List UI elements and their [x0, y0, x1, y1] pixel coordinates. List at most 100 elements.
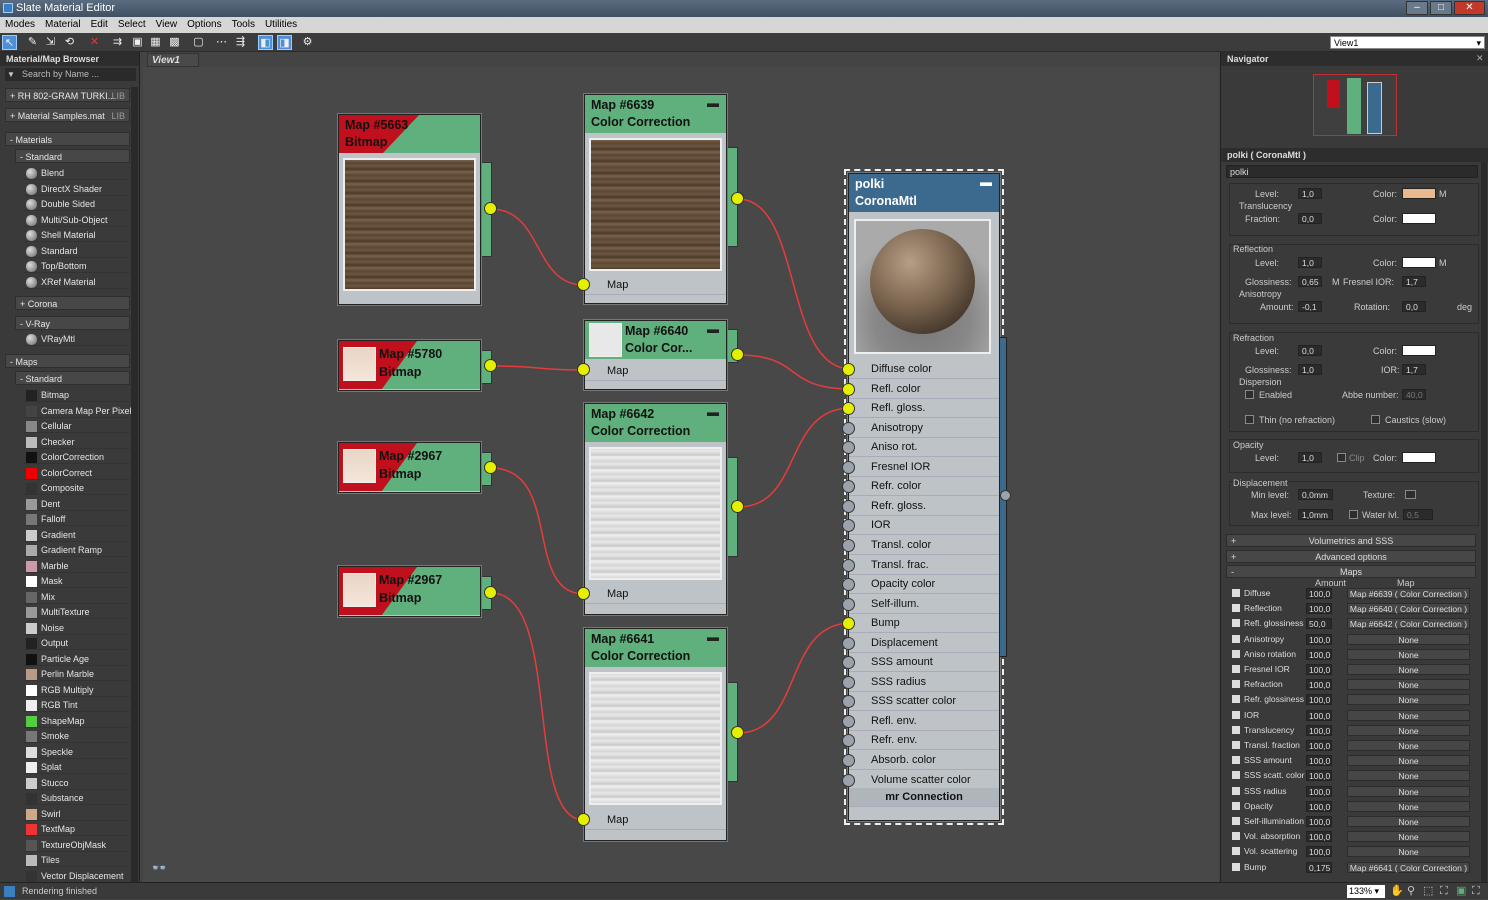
node-header[interactable]: polki CoronaMtl ▬ — [849, 174, 999, 212]
map-amount-spinner[interactable]: 100,0 — [1306, 724, 1332, 736]
input-socket[interactable] — [842, 363, 855, 376]
close-icon[interactable]: ✕ — [1476, 53, 1484, 64]
browser-item-map[interactable]: Camera Map Per Pixel — [24, 403, 132, 418]
minimize-button[interactable]: – — [1406, 1, 1428, 15]
slot-refr-env-[interactable]: Refr. env. — [849, 731, 999, 751]
maximize-button[interactable]: □ — [1430, 1, 1452, 15]
rollout-maps[interactable]: Maps - — [1226, 565, 1476, 578]
map-amount-spinner[interactable]: 100,0 — [1306, 785, 1332, 797]
filter-icon[interactable]: ▼ — [7, 70, 15, 79]
ior-spinner[interactable]: 1,7 — [1402, 364, 1426, 375]
node-header[interactable]: Map #6639 Color Correction ▬ — [585, 95, 726, 133]
browser-item-map[interactable]: Particle Age — [24, 651, 130, 666]
menu-material[interactable]: Material — [40, 17, 86, 33]
map-amount-spinner[interactable]: 100,0 — [1306, 603, 1332, 615]
collapse-icon[interactable]: ▬ — [707, 629, 719, 646]
slot-refr-color[interactable]: Refr. color — [849, 477, 999, 497]
disp-min-spinner[interactable]: 0,0mm — [1298, 489, 1333, 500]
browser-item-map[interactable]: Splat — [24, 760, 130, 774]
map-slot-button[interactable]: Map #6641 ( Color Correction ) — [1347, 861, 1470, 873]
disp-texture-slot[interactable] — [1405, 490, 1416, 499]
map-enable-checkbox[interactable] — [1232, 619, 1240, 628]
diffuse-color-swatch[interactable] — [1402, 188, 1436, 199]
output-socket[interactable] — [484, 202, 497, 215]
map-slot-button[interactable]: None — [1347, 800, 1470, 812]
slot-refl-env-[interactable]: Refl. env. — [849, 712, 999, 731]
layout-children-icon[interactable]: ⋯ — [214, 35, 229, 50]
input-socket[interactable] — [842, 421, 855, 435]
show-map-icon[interactable]: ▦ — [148, 35, 163, 50]
browser-item-map[interactable]: Substance — [24, 791, 130, 805]
input-socket[interactable] — [842, 578, 855, 592]
slot-refr-gloss-[interactable]: Refr. gloss. — [849, 497, 999, 516]
thin-checkbox[interactable] — [1245, 415, 1254, 424]
map-enable-checkbox[interactable] — [1232, 756, 1240, 765]
map-slot-button[interactable]: None — [1347, 846, 1470, 858]
move-children-icon[interactable]: ⇉ — [110, 35, 125, 50]
navigator-view[interactable] — [1313, 74, 1397, 136]
collapse-icon[interactable]: ▬ — [980, 174, 992, 191]
slot-absorb-color[interactable]: Absorb. color — [849, 751, 999, 770]
map-enable-checkbox[interactable] — [1232, 832, 1240, 841]
refl-level-spinner[interactable]: 1,0 — [1298, 257, 1322, 268]
browser-item-material[interactable]: Blend — [24, 166, 130, 180]
browser-item-map[interactable]: Smoke — [24, 729, 130, 743]
aniso-rotation-spinner[interactable]: 0,0 — [1402, 301, 1426, 312]
node-header[interactable]: Map #2967 Bitmap — [339, 567, 480, 615]
map-amount-spinner[interactable]: 100,0 — [1306, 588, 1332, 599]
slot-sss-scatter-color[interactable]: SSS scatter color — [849, 692, 999, 712]
browser-item-material[interactable]: Multi/Sub-Object — [24, 212, 130, 227]
node-polki-coronamtl[interactable]: polki CoronaMtl ▬ Diffuse color Refl. color… — [842, 169, 1004, 825]
output-socket[interactable] — [484, 359, 497, 372]
map-slot-button[interactable]: None — [1347, 770, 1470, 782]
refr-color-swatch[interactable] — [1402, 345, 1436, 356]
node-header[interactable]: Map #2967 Bitmap — [339, 443, 480, 491]
browser-item-map[interactable]: Dent — [24, 496, 130, 511]
layout-icon[interactable]: ▢ — [191, 35, 206, 50]
slot-displacement[interactable]: Displacement — [849, 634, 999, 653]
node-map-6640[interactable]: Map #6640 Color Cor... ▬ Map — [584, 320, 727, 390]
fresnel-ior-spinner[interactable]: 1,7 — [1402, 276, 1426, 287]
browser-item-map[interactable]: RGB Tint — [24, 698, 130, 712]
browser-item-vraymtl[interactable]: VRayMtl — [24, 332, 130, 346]
map-slot-button[interactable]: None — [1347, 694, 1470, 706]
zoom-region-icon[interactable]: ⬚ — [1423, 883, 1433, 900]
input-socket[interactable] — [842, 773, 855, 787]
node-header[interactable]: Map #5780 Bitmap — [339, 341, 480, 389]
map-slot-button[interactable]: None — [1347, 664, 1470, 675]
browser-item-map[interactable]: Tiles — [24, 853, 130, 867]
layout-all-icon[interactable]: ⇶ — [233, 35, 248, 50]
browser-item-map[interactable]: Falloff — [24, 512, 130, 526]
map-enable-checkbox[interactable] — [1232, 604, 1240, 613]
refl-gloss-spinner[interactable]: 0,65 — [1298, 276, 1322, 287]
map-enable-checkbox[interactable] — [1232, 680, 1240, 689]
assign-material-icon[interactable]: ⇲ — [43, 35, 58, 50]
close-button[interactable]: ✕ — [1454, 1, 1485, 15]
menu-options[interactable]: Options — [182, 17, 226, 33]
collapse-icon[interactable]: ▬ — [707, 321, 719, 338]
slot-bump[interactable]: Bump — [849, 614, 999, 634]
map-amount-spinner[interactable]: 100,0 — [1306, 709, 1332, 721]
map-slot-button[interactable]: None — [1347, 633, 1470, 645]
slot-opacity-color[interactable]: Opacity color — [849, 575, 999, 595]
rollout-volumetrics[interactable]: Volumetrics and SSS + — [1226, 534, 1476, 547]
map-amount-spinner[interactable]: 100,0 — [1306, 633, 1332, 645]
zoom-extents-icon[interactable]: ⛶ — [1440, 883, 1448, 900]
output-socket[interactable] — [731, 192, 744, 205]
slot-refl-gloss-[interactable]: Refl. gloss. — [849, 399, 999, 419]
browser-item-map[interactable]: Mix — [24, 589, 130, 604]
map-amount-spinner[interactable]: 0,175 — [1306, 861, 1332, 873]
slot-transl-frac-[interactable]: Transl. frac. — [849, 556, 999, 575]
browser-item-material[interactable]: XRef Material — [24, 274, 130, 289]
browser-item-map[interactable]: TextureObjMask — [24, 837, 130, 852]
input-socket[interactable] — [842, 714, 855, 728]
map-enable-checkbox[interactable] — [1232, 801, 1240, 810]
slot-sss-amount[interactable]: SSS amount — [849, 653, 999, 673]
output-socket[interactable] — [731, 726, 744, 739]
material-browser-toggle-icon[interactable]: ◧ — [258, 35, 273, 50]
browser-item-map[interactable]: MultiTexture — [24, 605, 130, 619]
browser-item-map[interactable]: RGB Multiply — [24, 682, 130, 697]
water-level-checkbox[interactable] — [1349, 510, 1358, 519]
select-tool-icon[interactable]: ↖ — [2, 35, 17, 50]
view-select-dropdown[interactable]: View1 ▾ — [1330, 36, 1485, 49]
